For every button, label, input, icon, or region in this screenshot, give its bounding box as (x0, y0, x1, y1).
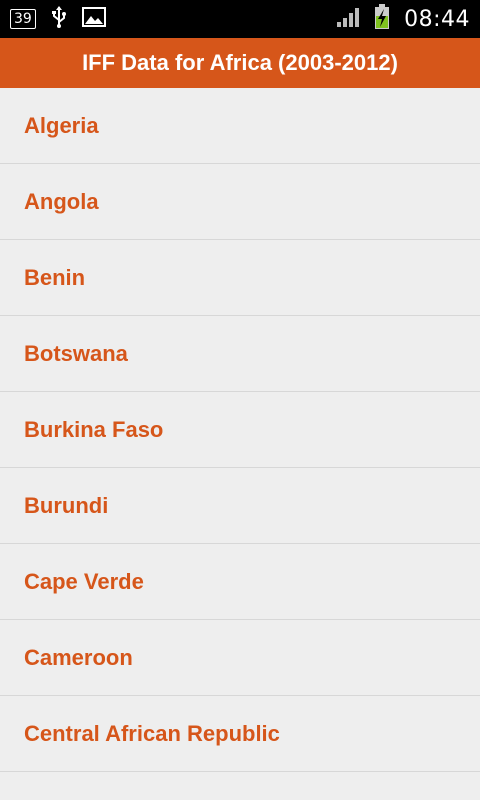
usb-icon (50, 5, 68, 33)
list-item-label: Cameroon (24, 644, 133, 670)
app-bar: IFF Data for Africa (2003-2012) (0, 38, 480, 88)
list-item[interactable]: Botswana (0, 316, 480, 392)
list-item[interactable]: Cameroon (0, 620, 480, 696)
status-bar-left: 39 (10, 5, 106, 33)
list-item-label: Burkina Faso (24, 416, 164, 442)
status-bar: 39 08:44 (0, 0, 480, 38)
list-item[interactable]: Cape Verde (0, 544, 480, 620)
battery-charging-icon (374, 4, 390, 34)
list-item[interactable]: Central African Republic (0, 696, 480, 772)
list-item[interactable]: Burkina Faso (0, 392, 480, 468)
list-item[interactable]: Burundi (0, 468, 480, 544)
list-item-label: Central African Republic (24, 720, 280, 746)
list-item-label: Algeria (24, 112, 99, 138)
status-bar-clock: 08:44 (404, 6, 470, 32)
list-item-label: Angola (24, 188, 99, 214)
list-item[interactable]: Benin (0, 240, 480, 316)
notification-count-icon: 39 (10, 9, 36, 29)
country-list: Algeria Angola Benin Botswana Burkina Fa… (0, 88, 480, 772)
list-item-label: Burundi (24, 492, 109, 518)
list-item[interactable]: Angola (0, 164, 480, 240)
status-bar-right: 08:44 (336, 4, 470, 34)
list-item-label: Cape Verde (24, 568, 144, 594)
list-item-label: Benin (24, 264, 86, 290)
app-title: IFF Data for Africa (2003-2012) (82, 50, 398, 75)
list-item[interactable]: Algeria (0, 88, 480, 164)
signal-icon (336, 6, 360, 32)
list-item-label: Botswana (24, 340, 128, 366)
image-icon (81, 7, 106, 31)
